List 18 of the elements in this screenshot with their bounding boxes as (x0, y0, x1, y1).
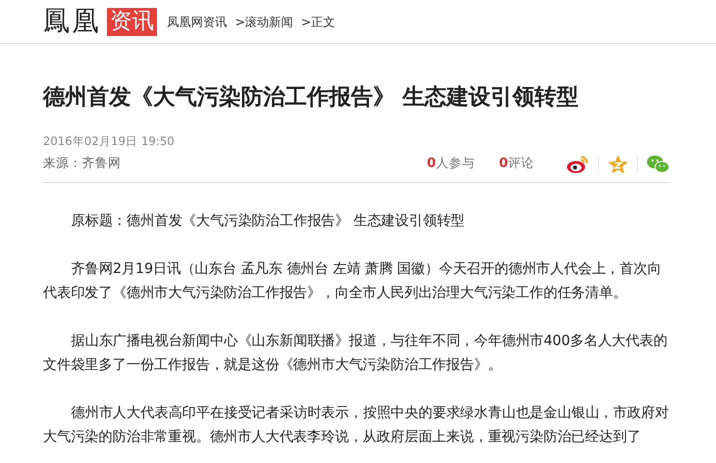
stat-label: 评论 (508, 154, 534, 172)
article-paragraph: 德州市人大代表高印平在接受记者采访时表示，按照中央的要求绿水青山也是金山银山，市政府对大气污染的防治非常重视。德州市人大代表李玲说，从政府层面上来说，重视污染防治已经达到了 (43, 404, 670, 447)
stat-label: 人参与 (436, 154, 475, 172)
breadcrumb-link[interactable]: >滚动新闻 (235, 12, 294, 30)
article-paragraph: 原标题：德州首发《大气污染防治工作报告》 生态建设引领转型 (70, 212, 466, 231)
article-title: 德州首发《大气污染防治工作报告》 生态建设引领转型 (43, 84, 580, 112)
breadcrumb-link[interactable]: 凤凰网资讯 (167, 12, 227, 30)
stat-link[interactable]: 0人参与 (426, 154, 475, 174)
logo-text[interactable]: 鳳凰 (43, 8, 101, 35)
publish-date: 2016年02月19日 19:50 (43, 132, 176, 150)
stat-count: 0 (426, 155, 436, 174)
article-paragraph: 齐鲁网2月19日讯（山东台 孟凡东 德州台 左靖 萧腾 国徽）今天召开的德州市人代会上，首次向代表印发了《德州市大气污染防治工作报告》，向全市人民列出治理大气污染工作的任务清单。 (43, 260, 662, 303)
source-text: 来源：齐鲁网 (43, 154, 121, 172)
stat-count: 0 (498, 155, 508, 174)
article-paragraph: 据山东广播电视台新闻中心《山东新闻联播》报道，与往年不同，今年德州市400多名人大代表的文件袋里多了一份工作报告，就是这份《德州市大气污染防治工作报告》。 (43, 332, 668, 375)
stat-link[interactable]: 0评论 (498, 154, 534, 174)
logo-badge[interactable]: 资讯 (107, 8, 157, 36)
breadcrumb-link[interactable]: >正文 (301, 12, 336, 30)
